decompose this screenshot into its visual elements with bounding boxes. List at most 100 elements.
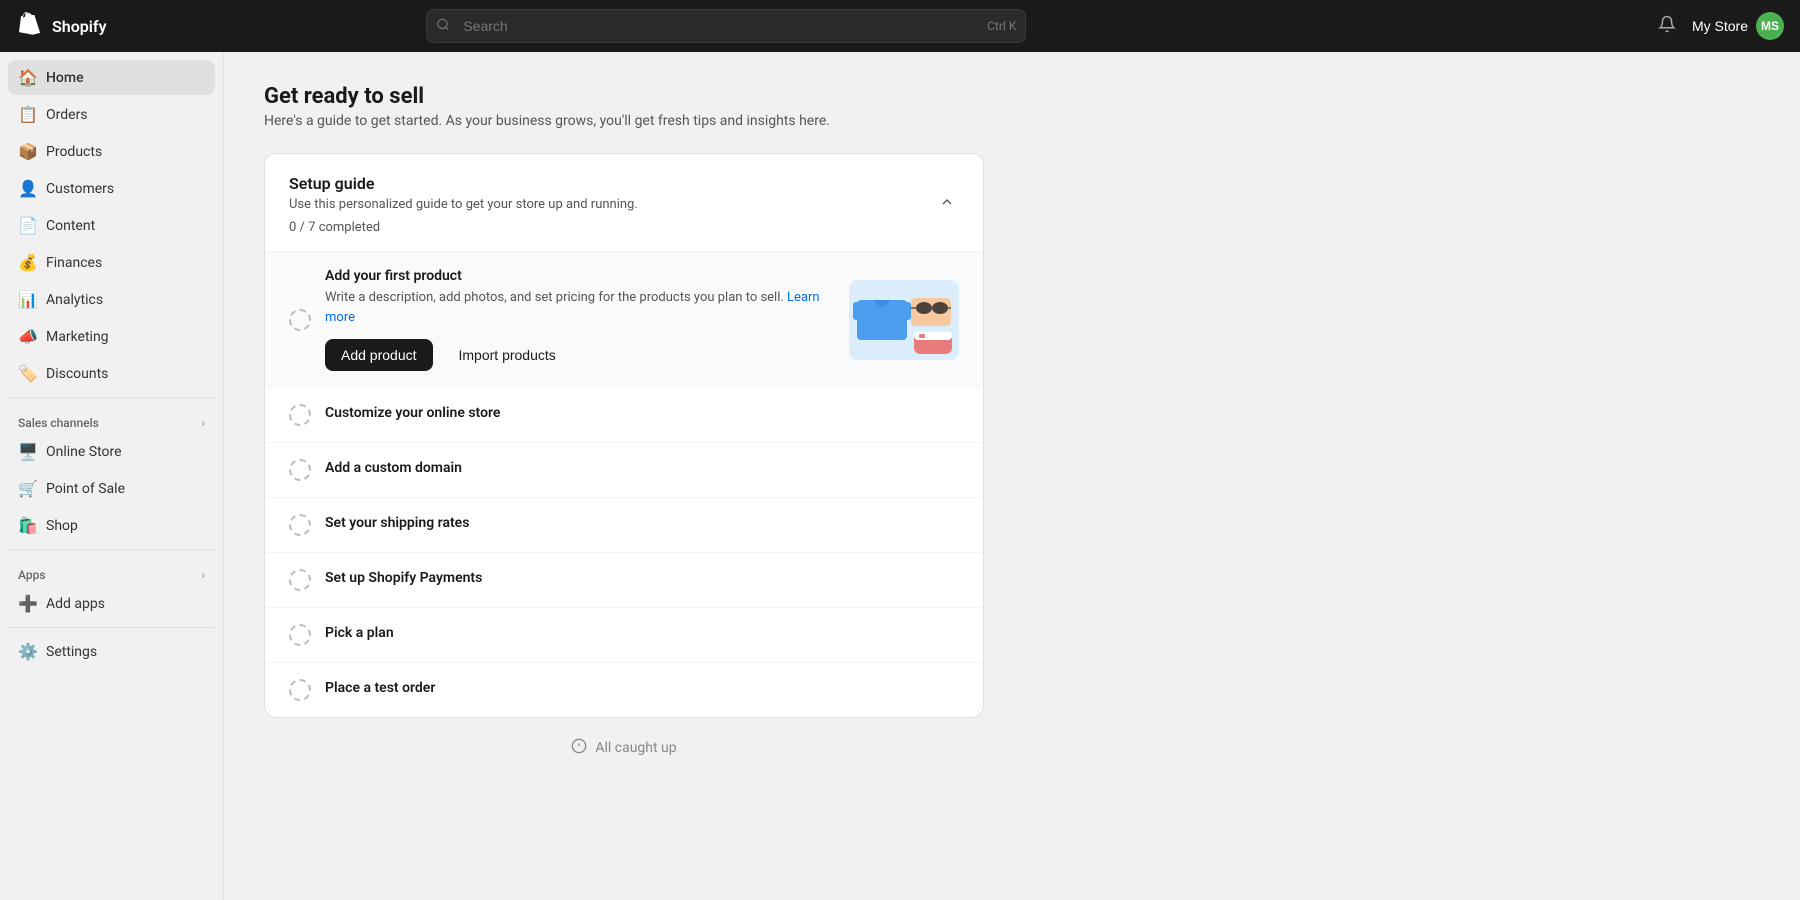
apps-section: Apps › ➕ Add apps — [8, 556, 215, 621]
main-layout: 🏠 Home 📋 Orders 📦 Products 👤 Customers 📄… — [0, 52, 1800, 900]
setup-item-content-customize: Customize your online store — [325, 405, 959, 425]
sidebar-item-label: Add apps — [46, 596, 105, 612]
setup-card-header: Setup guide Use this personalized guide … — [265, 154, 983, 252]
completed-text: 0 / 7 completed — [289, 220, 380, 235]
sidebar-item-settings[interactable]: ⚙️ Settings — [8, 634, 215, 669]
setup-item-test-order[interactable]: Place a test order — [265, 663, 983, 717]
sidebar-item-shop[interactable]: 🛍️ Shop — [8, 508, 215, 543]
sidebar-item-label: Shop — [46, 518, 78, 534]
sidebar-item-products[interactable]: 📦 Products — [8, 134, 215, 169]
content-icon: 📄 — [18, 216, 36, 235]
sidebar-item-label: Customers — [46, 181, 114, 197]
notifications-button[interactable] — [1654, 11, 1680, 42]
page-title: Get ready to sell — [264, 84, 1760, 109]
sidebar-item-label: Marketing — [46, 329, 109, 345]
setup-item-content-test: Place a test order — [325, 680, 959, 700]
setup-guide-subtitle: Use this personalized guide to get your … — [289, 197, 638, 212]
sidebar-item-home[interactable]: 🏠 Home — [8, 60, 215, 95]
sidebar-item-label: Point of Sale — [46, 481, 125, 497]
sidebar-divider-1 — [8, 397, 215, 398]
setup-item-add-product[interactable]: Add your first product Write a descripti… — [265, 252, 983, 388]
sidebar-item-point-of-sale[interactable]: 🛒 Point of Sale — [8, 471, 215, 506]
sidebar-item-label: Discounts — [46, 366, 108, 382]
all-caught-up-section: All caught up — [264, 718, 984, 778]
sidebar-item-discounts[interactable]: 🏷️ Discounts — [8, 356, 215, 391]
avatar: MS — [1756, 12, 1784, 40]
setup-item-check-payments — [289, 569, 311, 591]
setup-item-check-plan — [289, 624, 311, 646]
topbar-right: My Store MS — [1654, 11, 1784, 42]
search-shortcut: Ctrl K — [987, 19, 1016, 33]
import-products-button[interactable]: Import products — [443, 339, 572, 371]
setup-item-check-domain — [289, 459, 311, 481]
search-icon — [436, 17, 450, 36]
setup-item-title-payments: Set up Shopify Payments — [325, 570, 959, 586]
page-subtitle: Here's a guide to get started. As your b… — [264, 113, 1760, 129]
sidebar-item-analytics[interactable]: 📊 Analytics — [8, 282, 215, 317]
setup-item-content-payments: Set up Shopify Payments — [325, 570, 959, 590]
chevron-right-icon-apps[interactable]: › — [201, 568, 205, 582]
store-menu-button[interactable]: My Store MS — [1692, 12, 1784, 40]
sidebar-divider-2 — [8, 549, 215, 550]
point-of-sale-icon: 🛒 — [18, 479, 36, 498]
sales-channels-header: Sales channels › — [8, 404, 215, 434]
sidebar-item-label: Products — [46, 144, 102, 160]
setup-item-shopify-payments[interactable]: Set up Shopify Payments — [265, 553, 983, 608]
store-name: My Store — [1692, 18, 1748, 34]
sidebar-item-label: Orders — [46, 107, 88, 123]
collapse-button[interactable] — [935, 190, 959, 219]
sidebar-item-label: Finances — [46, 255, 102, 271]
setup-guide-title: Setup guide — [289, 174, 638, 193]
setup-item-check-shipping — [289, 514, 311, 536]
add-product-button[interactable]: Add product — [325, 339, 433, 371]
sidebar-item-label: Home — [46, 70, 84, 86]
setup-item-title-plan: Pick a plan — [325, 625, 959, 641]
setup-item-content-add-product: Add your first product Write a descripti… — [325, 268, 833, 371]
setup-item-customize-store[interactable]: Customize your online store — [265, 388, 983, 443]
products-icon: 📦 — [18, 142, 36, 161]
setup-item-content-plan: Pick a plan — [325, 625, 959, 645]
shopify-logo[interactable]: Shopify — [16, 12, 107, 40]
caught-up-icon — [571, 738, 587, 758]
shop-icon: 🛍️ — [18, 516, 36, 535]
search-bar: Ctrl K — [426, 9, 1026, 43]
setup-item-content-shipping: Set your shipping rates — [325, 515, 959, 535]
sales-channels-label: Sales channels — [18, 416, 99, 430]
setup-item-pick-plan[interactable]: Pick a plan — [265, 608, 983, 663]
marketing-icon: 📣 — [18, 327, 36, 346]
learn-more-link[interactable]: Learn more — [325, 290, 820, 325]
customers-icon: 👤 — [18, 179, 36, 198]
main-content: Get ready to sell Here's a guide to get … — [224, 52, 1800, 900]
setup-item-custom-domain[interactable]: Add a custom domain — [265, 443, 983, 498]
main-nav: 🏠 Home 📋 Orders 📦 Products 👤 Customers 📄… — [8, 60, 215, 391]
settings-icon: ⚙️ — [18, 642, 36, 661]
setup-item-content-domain: Add a custom domain — [325, 460, 959, 480]
setup-item-title-customize: Customize your online store — [325, 405, 959, 421]
setup-item-desc-add-product: Write a description, add photos, and set… — [325, 288, 833, 327]
sidebar-item-finances[interactable]: 💰 Finances — [8, 245, 215, 280]
sidebar-item-label: Content — [46, 218, 95, 234]
setup-item-title-test: Place a test order — [325, 680, 959, 696]
sidebar-item-orders[interactable]: 📋 Orders — [8, 97, 215, 132]
completed-badge: 0 / 7 completed — [289, 220, 638, 235]
sidebar-item-add-apps[interactable]: ➕ Add apps — [8, 586, 215, 621]
sidebar: 🏠 Home 📋 Orders 📦 Products 👤 Customers 📄… — [0, 52, 224, 900]
setup-card-header-content: Setup guide Use this personalized guide … — [289, 174, 638, 235]
setup-item-shipping-rates[interactable]: Set your shipping rates — [265, 498, 983, 553]
discounts-icon: 🏷️ — [18, 364, 36, 383]
sidebar-item-content[interactable]: 📄 Content — [8, 208, 215, 243]
setup-item-title-domain: Add a custom domain — [325, 460, 959, 476]
apps-label: Apps — [18, 568, 46, 582]
chevron-right-icon[interactable]: › — [201, 416, 205, 430]
sidebar-item-online-store[interactable]: 🖥️ Online Store — [8, 434, 215, 469]
sidebar-item-customers[interactable]: 👤 Customers — [8, 171, 215, 206]
sidebar-item-label: Online Store — [46, 444, 122, 460]
setup-item-check-customize — [289, 404, 311, 426]
online-store-icon: 🖥️ — [18, 442, 36, 461]
analytics-icon: 📊 — [18, 290, 36, 309]
sales-channels-section: Sales channels › 🖥️ Online Store 🛒 Point… — [8, 404, 215, 543]
add-apps-icon: ➕ — [18, 594, 36, 613]
search-input[interactable] — [426, 9, 1026, 43]
sidebar-item-label: Analytics — [46, 292, 103, 308]
sidebar-item-marketing[interactable]: 📣 Marketing — [8, 319, 215, 354]
